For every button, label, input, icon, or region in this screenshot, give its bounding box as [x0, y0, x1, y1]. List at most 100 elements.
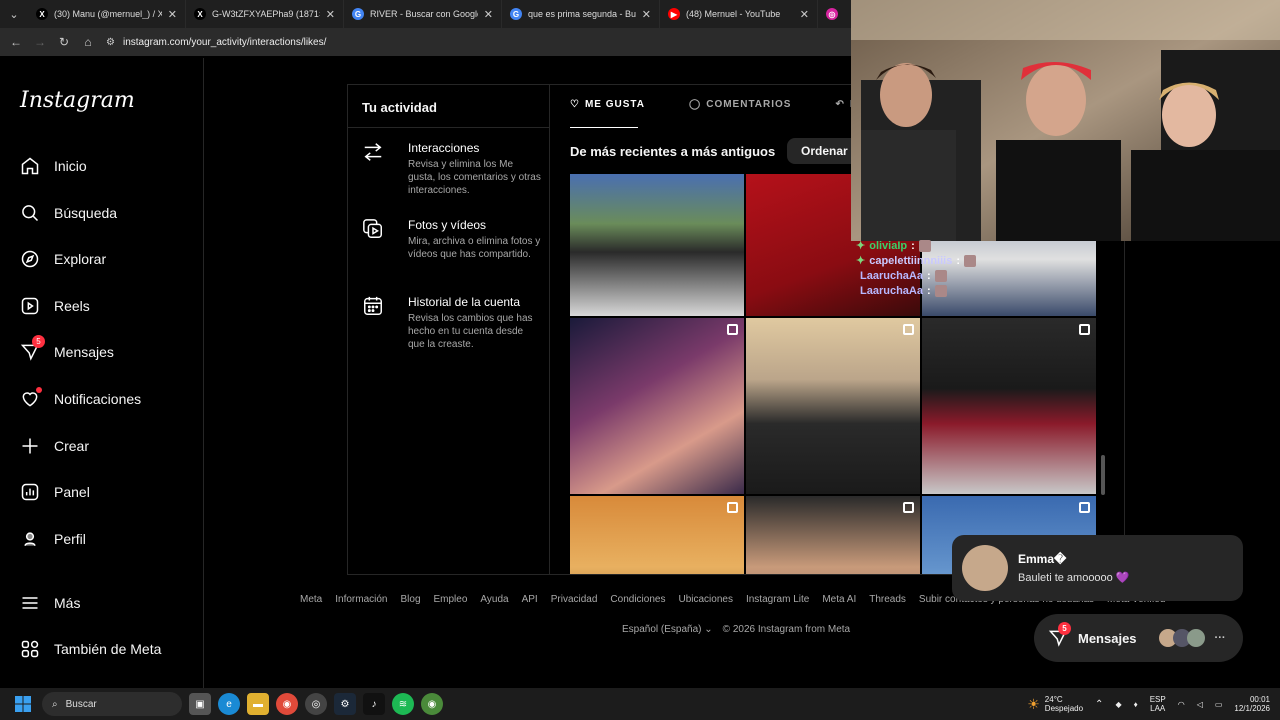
hamburger-icon	[20, 593, 40, 613]
weather-widget[interactable]: ☀ 24°C Despejado	[1027, 695, 1083, 713]
liked-post-thumbnail[interactable]	[746, 318, 920, 494]
chrome-icon[interactable]: ◉	[276, 693, 298, 715]
site-info-icon[interactable]: ⚙	[106, 37, 115, 48]
footer-link[interactable]: API	[522, 594, 538, 605]
footer-link[interactable]: Meta AI	[822, 594, 856, 605]
liked-post-thumbnail[interactable]	[570, 174, 744, 316]
spotify-icon[interactable]: ≋	[392, 693, 414, 715]
chevron-up-icon[interactable]: ⌃	[1095, 699, 1103, 710]
tab-comments[interactable]: ◯ COMENTARIOS	[689, 99, 791, 110]
tiktok-icon[interactable]: ♪	[363, 693, 385, 715]
sidebar-item-notificaciones[interactable]: Notificaciones	[20, 387, 142, 409]
footer-link[interactable]: Condiciones	[610, 594, 665, 605]
messages-label: Mensajes	[1078, 630, 1137, 646]
language-indicator[interactable]: ESP LAA	[1150, 695, 1166, 713]
activity-item-title: Historial de la cuenta	[408, 295, 521, 309]
sidebar-item-también-de-meta[interactable]: También de Meta	[20, 639, 161, 659]
scrollbar-thumb[interactable]	[1101, 455, 1105, 495]
chat-message: ✦ capelettiinnniiis :	[856, 253, 1104, 268]
message-notification[interactable]: Emma� Bauleti te amooooo 💜	[952, 535, 1243, 601]
tab-likes[interactable]: ♡ ME GUSTA	[570, 99, 645, 110]
meta-apps-icon	[20, 639, 40, 659]
footer-link[interactable]: Blog	[400, 594, 420, 605]
liked-post-thumbnail[interactable]	[570, 318, 744, 494]
chat-username: capelettiinnniiis	[869, 254, 953, 267]
liked-post-thumbnail[interactable]	[570, 496, 744, 574]
sidebar-item-perfil[interactable]: Perfil	[20, 529, 86, 549]
activity-item-photos[interactable]: Fotos y vídeos Mira, archiva o elimina fo…	[362, 218, 542, 261]
messages-badge: 5	[32, 335, 45, 348]
footer-link[interactable]: Instagram Lite	[746, 594, 809, 605]
file-explorer-icon[interactable]: ▬	[247, 693, 269, 715]
browser-tab[interactable]: G RIVER - Buscar con Google ✕	[344, 0, 502, 28]
weather-sun-icon: ☀	[1027, 695, 1040, 712]
notification-dot	[36, 387, 42, 393]
close-tab-icon[interactable]: ✕	[484, 8, 493, 21]
liked-post-thumbnail[interactable]	[746, 496, 920, 574]
footer-link[interactable]: Meta	[300, 594, 322, 605]
sidebar-item-mensajes[interactable]: 5 Mensajes	[20, 335, 114, 362]
language-selector[interactable]: Español (España) ⌄	[622, 624, 713, 635]
sidebar-item-búsqueda[interactable]: Búsqueda	[20, 203, 117, 223]
reels-icon	[20, 296, 40, 316]
obs-icon[interactable]: ◎	[305, 693, 327, 715]
carousel-icon	[903, 324, 914, 335]
footer-link[interactable]: Threads	[869, 594, 906, 605]
browser-tab[interactable]: ◎(5)	[818, 0, 848, 28]
activity-item-history[interactable]: Historial de la cuenta Revisa los cambios…	[362, 295, 542, 351]
task-view-icon[interactable]: ▣	[189, 693, 211, 715]
stream-chat-overlay: ✦ oliviaIp : ✦ capelettiinnniiis : LaaruchaA…	[856, 238, 1104, 298]
activity-item-desc: Revisa y elimina los Me gusta, los comen…	[408, 159, 541, 196]
sidebar-item-más[interactable]: Más	[20, 593, 80, 613]
tab-search-dropdown[interactable]: ⌄	[0, 0, 28, 28]
browser-tab[interactable]: ▶ (48) Mernuel - YouTube ✕	[660, 0, 818, 28]
steam-icon[interactable]: ⚙	[334, 693, 356, 715]
back-button-icon[interactable]: ←	[6, 32, 26, 52]
microphone-icon[interactable]: ♦	[1134, 700, 1138, 709]
close-tab-icon[interactable]: ✕	[642, 8, 651, 21]
youtube-icon: ▶	[668, 8, 680, 20]
media-icon	[363, 219, 382, 238]
messages-pill[interactable]: 5 Mensajes ···	[1034, 614, 1243, 662]
browser-tab[interactable]: X G-W3tZFXYAEPha9 (1871×2048) ✕	[186, 0, 344, 28]
reload-button-icon[interactable]: ↻	[54, 32, 74, 52]
chrome-profile-icon[interactable]: ◉	[421, 693, 443, 715]
network-icon[interactable]: ◆	[1115, 700, 1121, 709]
chevron-down-icon: ⌄	[704, 624, 713, 635]
instagram-logo[interactable]: Instagram	[20, 88, 135, 113]
taskbar-search[interactable]: ⌕ Buscar	[42, 692, 182, 716]
home-button-icon[interactable]: ⌂	[78, 32, 98, 52]
sidebar-item-inicio[interactable]: Inicio	[20, 156, 87, 176]
sidebar-item-reels[interactable]: Reels	[20, 296, 90, 316]
sidebar-item-label: Notificaciones	[54, 391, 142, 407]
wifi-icon[interactable]: ◠	[1178, 700, 1185, 709]
footer-link[interactable]: Empleo	[434, 594, 468, 605]
recent-avatars	[1158, 629, 1205, 647]
sidebar-item-crear[interactable]: Crear	[20, 436, 89, 456]
chat-message: LaaruchaAa :	[856, 283, 1104, 298]
carousel-icon	[1079, 324, 1090, 335]
carousel-icon	[727, 502, 738, 513]
sidebar-item-label: Explorar	[54, 251, 107, 267]
more-icon[interactable]: ···	[1215, 632, 1226, 644]
clock[interactable]: 00:01 12/1/2026	[1234, 695, 1270, 713]
footer-link[interactable]: Información	[335, 594, 387, 605]
edge-icon[interactable]: e	[218, 693, 240, 715]
close-tab-icon[interactable]: ✕	[800, 8, 809, 21]
address-bar[interactable]: ⚙ instagram.com/your_activity/interactio…	[106, 31, 846, 53]
liked-post-thumbnail[interactable]	[922, 318, 1096, 494]
sidebar-item-panel[interactable]: Panel	[20, 482, 90, 502]
volume-icon[interactable]: ◁	[1197, 700, 1203, 709]
sidebar-item-explorar[interactable]: Explorar	[20, 249, 106, 269]
footer-link[interactable]: Ayuda	[480, 594, 508, 605]
close-tab-icon[interactable]: ✕	[326, 8, 335, 21]
footer-link[interactable]: Ubicaciones	[678, 594, 732, 605]
activity-item-interactions[interactable]: Interacciones Revisa y elimina los Me gus…	[362, 141, 542, 197]
footer-link[interactable]: Privacidad	[551, 594, 598, 605]
close-tab-icon[interactable]: ✕	[168, 8, 177, 21]
battery-icon[interactable]: ▭	[1215, 700, 1223, 709]
browser-tab[interactable]: X (30) Manu (@mernuel_) / X ✕	[28, 0, 186, 28]
windows-start-icon[interactable]	[12, 693, 34, 715]
browser-tab[interactable]: Gque es prima segunda - Buscar ✕	[502, 0, 660, 28]
forward-button-icon[interactable]: →	[30, 32, 50, 52]
